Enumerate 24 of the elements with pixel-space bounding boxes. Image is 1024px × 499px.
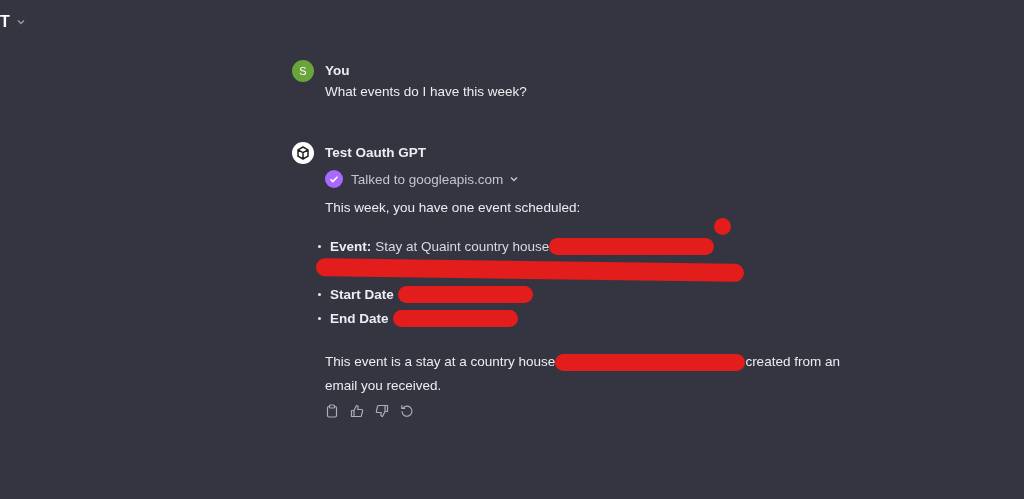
message-text: created from an xyxy=(745,353,840,371)
model-name[interactable]: T xyxy=(0,13,10,31)
chevron-down-icon xyxy=(509,174,520,184)
bullet-icon xyxy=(318,292,321,296)
message-text: email you received. xyxy=(325,377,442,395)
message-text: What events do I have this week? xyxy=(325,83,527,101)
regenerate-icon[interactable] xyxy=(400,404,414,418)
thumbs-down-icon[interactable] xyxy=(375,404,389,418)
field-label: Event: xyxy=(330,238,372,254)
bullet-icon xyxy=(318,244,321,248)
message-text: This event is a stay at a country house xyxy=(325,353,556,371)
author-name: Test Oauth GPT xyxy=(325,144,427,162)
bullet-icon xyxy=(318,316,321,320)
field-label: End Date xyxy=(330,310,389,326)
author-name: You xyxy=(325,62,351,80)
cube-avatar-icon xyxy=(292,142,314,164)
tool-status-button[interactable]: Talked to googleapis.com xyxy=(351,171,520,187)
message-text: This week, you have one event scheduled: xyxy=(325,199,582,217)
chevron-down-icon[interactable] xyxy=(15,17,26,27)
clipboard-icon[interactable] xyxy=(325,404,339,418)
field-label: Start Date xyxy=(330,286,394,302)
field-value: Stay at Quaint country house xyxy=(375,238,550,254)
thumbs-up-icon[interactable] xyxy=(350,404,364,418)
user-avatar: S xyxy=(292,60,314,82)
